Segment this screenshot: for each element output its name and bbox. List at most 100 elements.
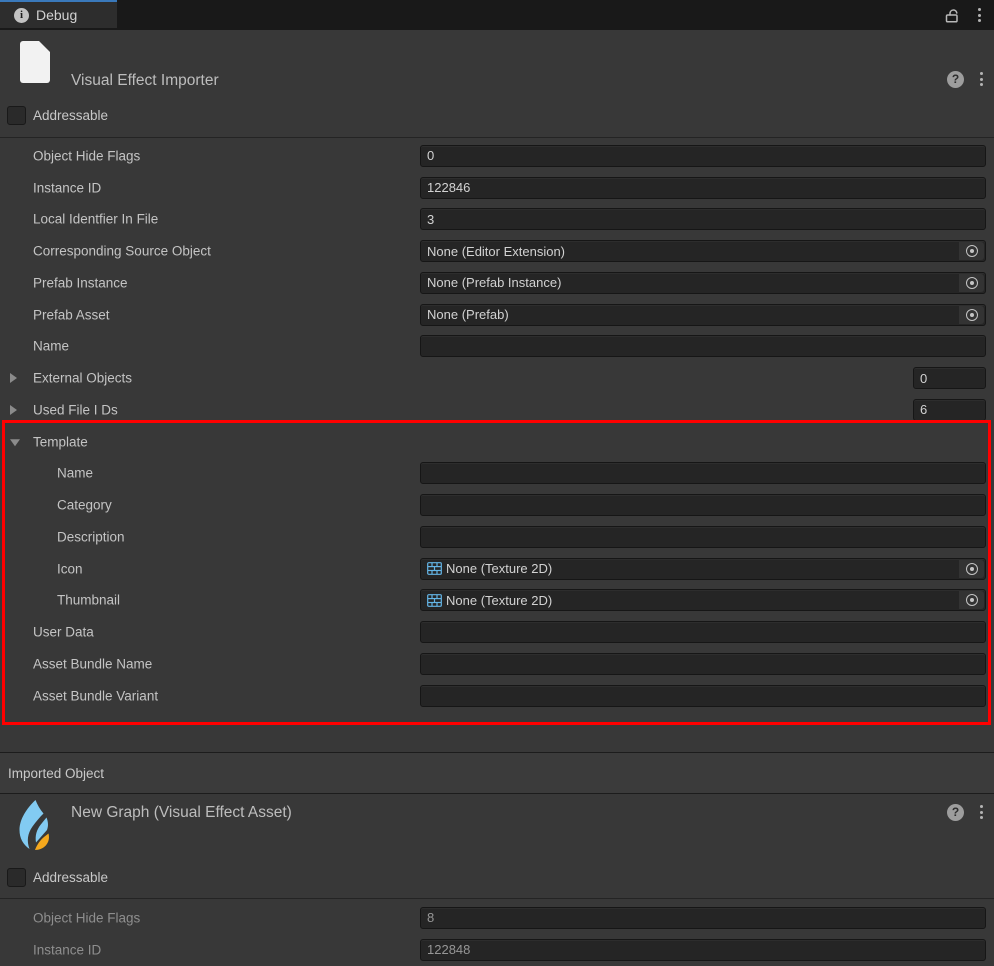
text-field[interactable]: 0: [420, 145, 986, 167]
property-row: Instance ID 122846: [0, 172, 994, 204]
tab-bar: i Debug: [0, 0, 994, 30]
text-field[interactable]: [420, 685, 986, 707]
property-label: Icon: [57, 561, 83, 576]
property-label: Object Hide Flags: [33, 910, 140, 925]
property-row: Prefab AssetNone (Prefab): [0, 299, 994, 331]
field-value: None (Prefab): [427, 307, 509, 322]
property-label: Description: [57, 529, 125, 544]
object-field[interactable]: None (Prefab): [420, 304, 986, 326]
lock-icon[interactable]: [944, 7, 961, 24]
field-value: 8: [427, 910, 434, 925]
field-value: None (Texture 2D): [446, 561, 552, 576]
property-label: Template: [33, 434, 88, 449]
asset-title: New Graph (Visual Effect Asset): [71, 802, 292, 824]
field-value: None (Texture 2D): [446, 593, 552, 608]
object-picker-circle: [966, 563, 978, 575]
property-row: External Objects 0: [0, 362, 994, 394]
object-field[interactable]: None (Texture 2D): [420, 589, 986, 611]
text-field[interactable]: 3: [420, 208, 986, 230]
object-picker-icon[interactable]: [959, 560, 984, 578]
vfx-asset-icon: [16, 800, 52, 850]
text-field[interactable]: 122846: [420, 177, 986, 199]
object-picker-icon[interactable]: [959, 242, 984, 260]
text-field[interactable]: [420, 621, 986, 643]
text-field[interactable]: [420, 462, 986, 484]
property-row: Template: [0, 426, 994, 458]
field-value: None (Editor Extension): [427, 244, 565, 259]
asset-pane: New Graph (Visual Effect Asset) ? Addres…: [0, 794, 994, 966]
property-label: Corresponding Source Object: [33, 244, 211, 259]
text-field[interactable]: [420, 335, 986, 357]
addressable-checkbox[interactable]: [7, 868, 26, 887]
property-row: Instance ID 122848: [0, 934, 994, 966]
foldout-open-icon[interactable]: [10, 439, 20, 446]
text-field[interactable]: 8: [420, 907, 986, 929]
property-label: Local Identfier In File: [33, 212, 158, 227]
importer-title: Visual Effect Importer: [71, 70, 219, 92]
field-value: 0: [427, 148, 434, 163]
file-icon: [20, 41, 50, 83]
help-icon[interactable]: ?: [947, 71, 964, 88]
property-row: Description: [0, 521, 994, 553]
text-field[interactable]: 6: [913, 399, 986, 421]
object-field[interactable]: None (Editor Extension): [420, 240, 986, 262]
object-picker-icon[interactable]: [959, 306, 984, 324]
texture-2d-icon: [427, 562, 442, 575]
object-picker-circle: [966, 245, 978, 257]
object-picker-circle: [966, 594, 978, 606]
property-row: Local Identfier In File 3: [0, 204, 994, 236]
field-value: 6: [920, 402, 927, 417]
addressable-label: Addressable: [33, 108, 108, 123]
text-field[interactable]: 0: [913, 367, 986, 389]
property-row: User Data: [0, 616, 994, 648]
property-row: Asset Bundle Variant: [0, 680, 994, 712]
property-row: Used File I Ds 6: [0, 394, 994, 426]
separator: [0, 137, 994, 138]
separator: [0, 898, 994, 899]
tab-label: Debug: [36, 7, 77, 23]
asset-rows: Object Hide Flags 8 Instance ID 122848: [0, 902, 994, 966]
kebab-menu-icon[interactable]: [977, 69, 986, 89]
help-icon[interactable]: ?: [947, 804, 964, 821]
property-row: Name: [0, 331, 994, 363]
imported-object-label: Imported Object: [0, 766, 104, 781]
text-field[interactable]: [420, 653, 986, 675]
importer-pane: Visual Effect Importer ? Addressable Obj…: [0, 30, 994, 752]
field-value: 122846: [427, 180, 470, 195]
object-field[interactable]: None (Texture 2D): [420, 558, 986, 580]
kebab-menu-icon[interactable]: [977, 802, 986, 822]
field-value: 0: [920, 371, 927, 386]
property-label: Name: [33, 339, 69, 354]
property-label: User Data: [33, 625, 94, 640]
field-value: None (Prefab Instance): [427, 275, 561, 290]
text-field[interactable]: 122848: [420, 939, 986, 961]
property-row: Icon None (Texture 2D): [0, 553, 994, 585]
object-field[interactable]: None (Prefab Instance): [420, 272, 986, 294]
foldout-closed-icon[interactable]: [10, 373, 17, 383]
addressable-label: Addressable: [33, 870, 108, 885]
text-field[interactable]: [420, 526, 986, 548]
text-field[interactable]: [420, 494, 986, 516]
object-picker-icon[interactable]: [959, 591, 984, 609]
property-label: External Objects: [33, 371, 132, 386]
kebab-menu-icon[interactable]: [975, 5, 984, 25]
property-row: Name: [0, 458, 994, 490]
property-row: Object Hide Flags0: [0, 140, 994, 172]
property-label: Asset Bundle Name: [33, 656, 152, 671]
object-picker-icon[interactable]: [959, 274, 984, 292]
property-row: Asset Bundle Name: [0, 648, 994, 680]
property-label: Instance ID: [33, 942, 101, 957]
foldout-closed-icon[interactable]: [10, 405, 17, 415]
property-row: Thumbnail None (Texture 2D): [0, 585, 994, 617]
property-label: Prefab Instance: [33, 275, 128, 290]
tab-debug[interactable]: i Debug: [0, 0, 117, 28]
property-row: Category: [0, 489, 994, 521]
property-row: Corresponding Source Object None (Editor …: [0, 235, 994, 267]
property-label: Asset Bundle Variant: [33, 688, 158, 703]
property-label: Thumbnail: [57, 593, 120, 608]
property-label: Used File I Ds: [33, 402, 118, 417]
info-icon: i: [14, 8, 29, 23]
field-value: 122848: [427, 942, 470, 957]
addressable-checkbox[interactable]: [7, 106, 26, 125]
property-label: Instance ID: [33, 180, 101, 195]
